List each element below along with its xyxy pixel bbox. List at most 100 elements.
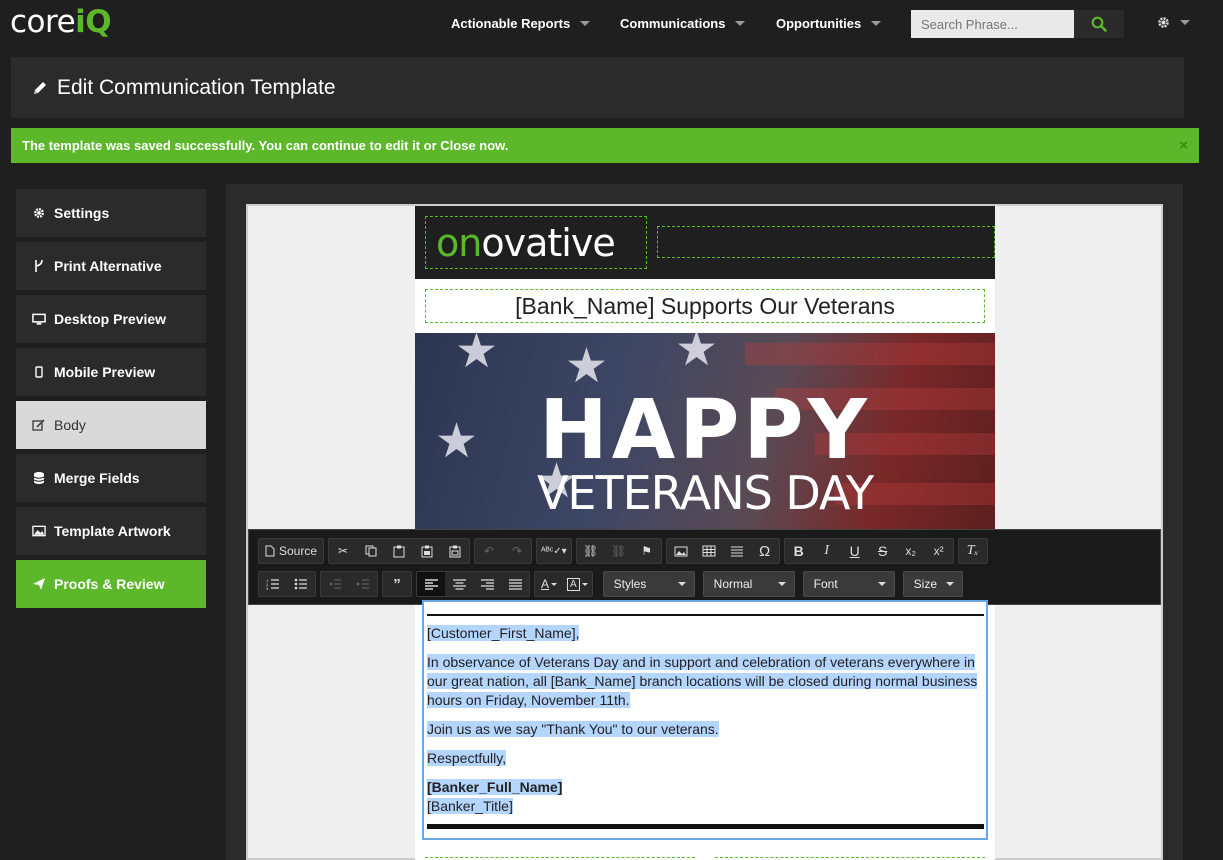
table-icon [702, 545, 716, 557]
chevron-down-icon [677, 582, 686, 586]
bold-icon: B [793, 543, 804, 559]
paste-word-button[interactable] [441, 539, 469, 563]
sidebar-item-label: Print Alternative [54, 258, 162, 274]
banker-title: [Banker_Title] [427, 798, 513, 814]
undo-button[interactable]: ↶ [475, 539, 503, 563]
redo-button[interactable]: ↷ [503, 539, 531, 563]
nav-label: Actionable Reports [451, 16, 571, 31]
background-color-button[interactable]: A [563, 572, 592, 596]
numbered-list-button[interactable]: 123 [259, 572, 287, 596]
bold-button[interactable]: B [785, 539, 813, 563]
nav-communications[interactable]: Communications [620, 16, 746, 31]
sidebar-item-mobile-preview[interactable]: Mobile Preview [16, 348, 206, 396]
sidebar-item-label: Merge Fields [54, 470, 140, 486]
email-body-editor[interactable]: [Customer_First_Name], In observance of … [422, 600, 988, 840]
chevron-down-icon [581, 582, 588, 586]
toolbar-group-spellcheck: ᴬᴮᶜ✓▾ [536, 538, 572, 564]
chevron-down-icon [945, 582, 954, 586]
horizontal-rule-button[interactable] [723, 539, 751, 563]
page-title: Edit Communication Template [57, 75, 336, 99]
outdent-button[interactable] [321, 572, 349, 596]
source-button[interactable]: Source [259, 539, 323, 563]
brand-logo-block[interactable]: onovative [425, 216, 647, 269]
redo-icon: ↷ [512, 544, 523, 558]
search-input[interactable] [911, 10, 1074, 38]
blockquote-button[interactable]: ” [383, 572, 411, 596]
pencil-icon [34, 81, 46, 94]
nav-actionable-reports[interactable]: Actionable Reports [451, 16, 591, 31]
app-logo[interactable]: coreiQ [10, 4, 112, 40]
format-dropdown[interactable]: Normal [702, 571, 795, 597]
text-color-button[interactable]: A [535, 572, 563, 596]
link-button[interactable]: ⛓ [577, 539, 605, 563]
anchor-button[interactable]: ⚑ [633, 539, 661, 563]
greeting: [Customer_First_Name], [427, 625, 580, 641]
align-right-button[interactable] [473, 572, 501, 596]
align-center-button[interactable] [445, 572, 473, 596]
spellcheck-button[interactable]: ᴬᴮᶜ✓▾ [537, 539, 571, 563]
align-left-icon [424, 578, 438, 590]
sidebar-item-proofs-review[interactable]: Proofs & Review [16, 560, 206, 608]
paste-button[interactable] [385, 539, 413, 563]
unlink-button[interactable]: ⛓ [605, 539, 633, 563]
sidebar-item-print-alternative[interactable]: Print Alternative [16, 242, 206, 290]
settings-menu[interactable] [1157, 16, 1190, 29]
image-button[interactable] [667, 539, 695, 563]
email-body-text[interactable]: [Customer_First_Name], In observance of … [427, 624, 982, 826]
sidebar-item-body[interactable]: Body [16, 401, 206, 449]
indent-icon [357, 579, 369, 589]
justify-button[interactable] [501, 572, 529, 596]
font-dropdown[interactable]: Font [802, 571, 895, 597]
sidebar-item-label: Desktop Preview [54, 311, 167, 327]
image-icon [674, 546, 688, 556]
toolbar-group-history: ↶ ↷ [474, 538, 533, 564]
page-header: Edit Communication Template [11, 57, 1184, 118]
bulleted-list-icon [294, 578, 307, 590]
sidebar-item-merge-fields[interactable]: Merge Fields [16, 454, 206, 502]
align-left-button[interactable] [417, 572, 445, 596]
sidebar-item-desktop-preview[interactable]: Desktop Preview [16, 295, 206, 343]
toolbar-group-clear: Tₓ [957, 538, 988, 564]
remove-format-button[interactable]: Tₓ [959, 539, 987, 563]
nav-opportunities[interactable]: Opportunities [776, 16, 882, 31]
body-paragraph: In observance of Veterans Day and in sup… [427, 654, 978, 708]
sidebar-item-label: Proofs & Review [54, 576, 165, 592]
italic-button[interactable]: I [813, 539, 841, 563]
superscript-button[interactable]: x² [925, 539, 953, 563]
copy-button[interactable] [357, 539, 385, 563]
size-dropdown[interactable]: Size [902, 571, 963, 597]
email-title[interactable]: [Bank_Name] Supports Our Veterans [425, 289, 985, 323]
toolbar-group-indent [320, 571, 378, 597]
indent-button[interactable] [349, 572, 377, 596]
svg-text:3: 3 [266, 586, 269, 590]
special-char-button[interactable]: Ω [751, 539, 779, 563]
paste-text-icon [421, 545, 433, 557]
close-icon[interactable]: × [1179, 137, 1188, 154]
search-icon [1091, 16, 1107, 32]
flag-stripe [745, 343, 995, 365]
underline-button[interactable]: U [841, 539, 869, 563]
sidebar-item-settings[interactable]: Settings [16, 189, 206, 237]
top-navbar: coreiQ Actionable Reports Communications… [0, 0, 1223, 50]
styles-dropdown[interactable]: Styles [602, 571, 695, 597]
brand-logo-on: on [436, 220, 482, 265]
header-empty-block[interactable] [657, 226, 995, 258]
cut-button[interactable]: ✂ [329, 539, 357, 563]
banner-subheadline: VETERANS DAY [536, 466, 874, 520]
gear-icon [32, 207, 46, 219]
search-button[interactable] [1074, 10, 1124, 38]
toolbar-group-source: Source [258, 538, 325, 564]
strike-button[interactable]: S [869, 539, 897, 563]
sidebar-item-label: Body [54, 417, 86, 433]
table-button[interactable] [695, 539, 723, 563]
fork-icon [32, 259, 46, 273]
paste-text-button[interactable] [413, 539, 441, 563]
body-paragraph: Join us as we say "Thank You" to our vet… [427, 721, 719, 737]
sidebar-item-template-artwork[interactable]: Template Artwork [16, 507, 206, 555]
sidebar-item-label: Template Artwork [54, 523, 171, 539]
subscript-button[interactable]: x₂ [897, 539, 925, 563]
bulleted-list-button[interactable] [287, 572, 315, 596]
desktop-icon [32, 313, 46, 326]
outdent-icon [329, 579, 341, 589]
veterans-day-banner[interactable]: ★ ★ ★ ★ ★ HAPPY VETERANS DAY [415, 333, 995, 531]
